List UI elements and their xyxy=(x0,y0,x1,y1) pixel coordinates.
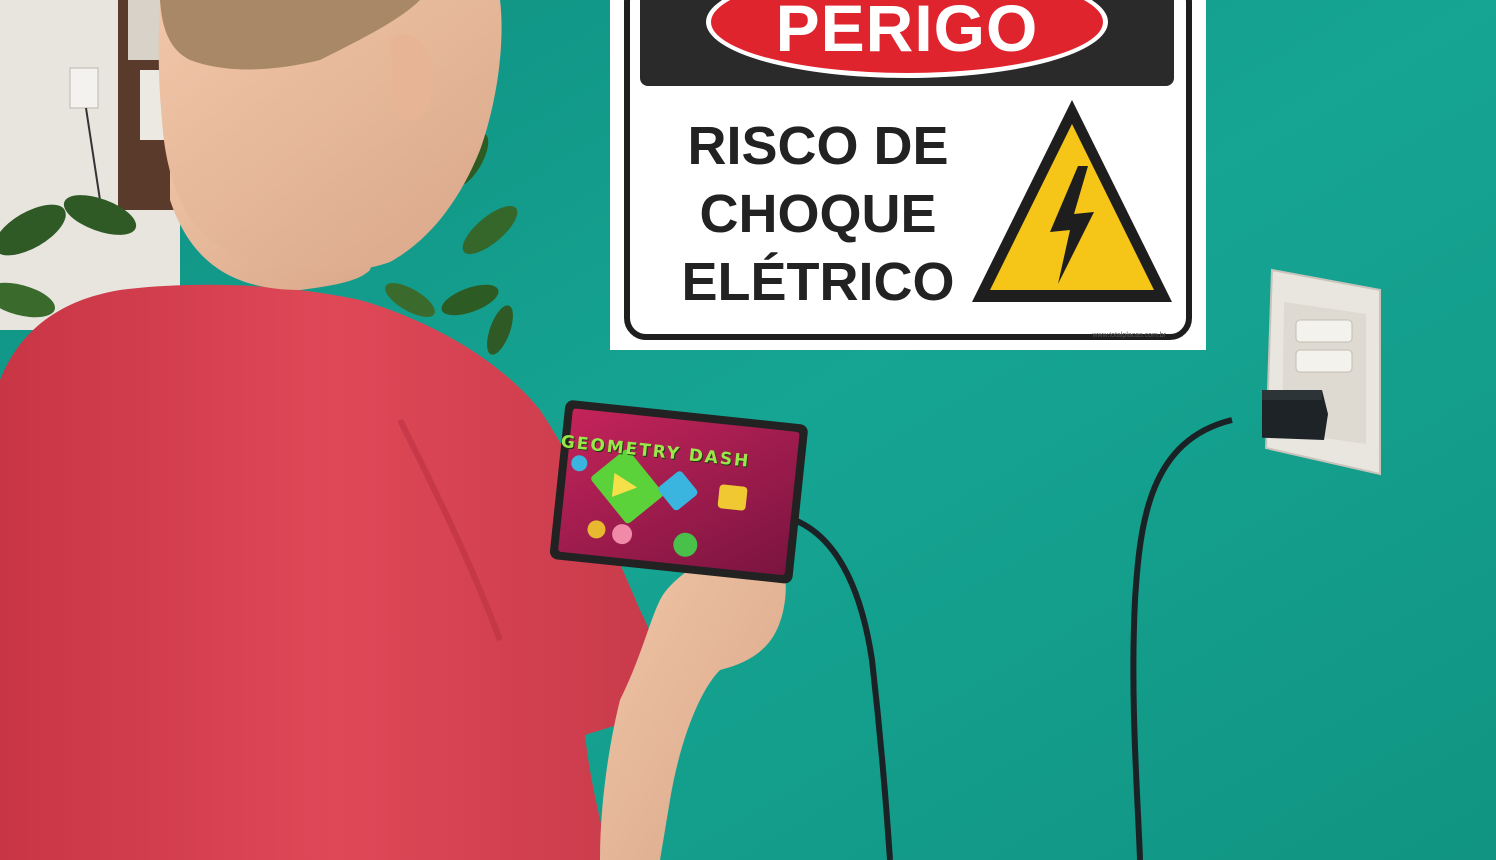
sign-website: www.totalplacas.com.br xyxy=(1092,332,1166,339)
wall-outlet xyxy=(1262,268,1381,476)
sign-line-2: CHOQUE xyxy=(699,184,937,244)
danger-sign: PERIGO RISCO DE CHOQUE ELÉTRICO www.tota… xyxy=(610,0,1206,350)
electric-hazard-icon xyxy=(972,100,1172,302)
sign-line-3: ELÉTRICO xyxy=(681,252,955,312)
sign-title: PERIGO xyxy=(775,0,1039,65)
charger-plug xyxy=(1262,390,1328,440)
room-background xyxy=(0,0,180,330)
sign-line-1: RISCO DE xyxy=(687,116,949,176)
tablet xyxy=(549,400,808,584)
